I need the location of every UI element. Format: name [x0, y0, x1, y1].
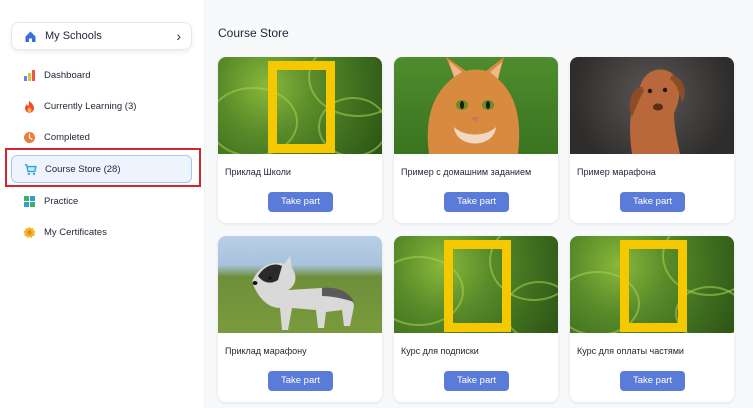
sidebar-item-label: Currently Learning (3): [44, 100, 137, 112]
course-title: Пример с домашним заданием: [401, 167, 532, 177]
course-card[interactable]: Приклад марафону Take part: [218, 236, 382, 402]
course-title: Пример марафона: [577, 167, 656, 177]
sidebar-item-label: Practice: [44, 195, 79, 207]
logo-frame: [268, 61, 335, 153]
sidebar-item-course-store[interactable]: Course Store (28): [11, 155, 192, 183]
cart-icon: [24, 163, 37, 176]
course-image: [218, 236, 382, 333]
course-card[interactable]: Пример с домашним заданием Take part: [394, 57, 558, 223]
course-title: Приклад марафону: [225, 346, 307, 356]
course-image: [394, 57, 558, 154]
my-schools-label: My Schools: [45, 30, 102, 42]
take-part-button[interactable]: Take part: [620, 192, 685, 212]
course-card[interactable]: Курс для подписки Take part: [394, 236, 558, 402]
course-card[interactable]: Пример марафона Take part: [570, 57, 734, 223]
course-image: [570, 57, 734, 154]
course-card[interactable]: Курс для оплаты частями Take part: [570, 236, 734, 402]
logo-frame: [620, 240, 687, 332]
sidebar-item-dashboard[interactable]: Dashboard: [11, 61, 192, 89]
chart-icon: [23, 69, 36, 82]
take-part-button[interactable]: Take part: [444, 371, 509, 391]
course-title: Курс для подписки: [401, 346, 479, 356]
course-image: [570, 236, 734, 333]
sidebar-item-label: Course Store (28): [45, 163, 121, 175]
take-part-button[interactable]: Take part: [444, 192, 509, 212]
sidebar: My Schools › Dashboard Currently Learnin…: [0, 0, 205, 408]
sidebar-item-label: My Certificates: [44, 226, 107, 238]
sidebar-item-label: Dashboard: [44, 69, 91, 81]
course-image: [394, 236, 558, 333]
take-part-button[interactable]: Take part: [268, 192, 333, 212]
course-image: [218, 57, 382, 154]
course-card[interactable]: Приклад Школи Take part: [218, 57, 382, 223]
sidebar-item-completed[interactable]: Completed: [11, 123, 192, 151]
chevron-right-icon: ›: [176, 28, 181, 44]
sidebar-item-currently-learning[interactable]: Currently Learning (3): [11, 92, 192, 120]
my-schools-selector[interactable]: My Schools ›: [11, 22, 192, 50]
take-part-button[interactable]: Take part: [268, 371, 333, 391]
take-part-button[interactable]: Take part: [620, 371, 685, 391]
course-title: Курс для оплаты частями: [577, 346, 684, 356]
clock-icon: [23, 131, 36, 144]
grid-icon: [23, 195, 36, 208]
badge-icon: [23, 226, 36, 239]
home-icon: [24, 30, 37, 43]
page-title: Course Store: [218, 26, 289, 40]
sidebar-item-my-certificates[interactable]: My Certificates: [11, 218, 192, 246]
course-title: Приклад Школи: [225, 167, 291, 177]
flame-icon: [23, 100, 36, 113]
logo-frame: [444, 240, 511, 332]
main-content: Course Store Приклад Школи Take part При…: [205, 0, 753, 408]
sidebar-item-label: Completed: [44, 131, 90, 143]
sidebar-item-practice[interactable]: Practice: [11, 187, 192, 215]
